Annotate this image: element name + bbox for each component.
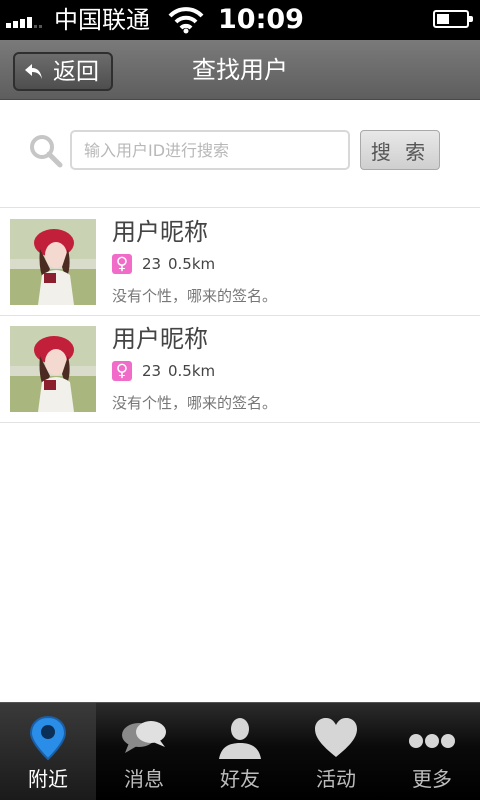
search-input[interactable] [70,130,350,170]
signal-strength-icon [6,14,42,28]
back-button-label: 返回 [53,58,99,85]
tab-label: 更多 [412,767,452,791]
tab-label: 附近 [28,767,68,791]
user-age: 23 [142,255,162,273]
back-arrow-icon [25,63,42,79]
female-gender-icon: ♀ [112,361,132,381]
wifi-icon [168,7,204,34]
avatar [10,326,96,412]
tab-more[interactable]: 更多 [384,703,480,800]
chat-bubbles-icon [122,721,166,753]
location-pin-icon [29,715,67,761]
user-nickname: 用户昵称 [112,325,208,353]
user-distance: 0.5km [168,255,216,273]
user-distance: 0.5km [168,362,216,380]
back-button[interactable]: 返回 [13,52,113,91]
status-bar: 中国联通 10:09 [0,0,480,40]
user-signature: 没有个性，哪来的签名。 [112,287,278,305]
more-dots-icon [409,734,455,748]
tab-bar: 附近 消息 好友 活动 更多 [0,702,480,800]
tab-label: 消息 [124,767,164,791]
tab-messages[interactable]: 消息 [96,703,192,800]
tab-label: 好友 [220,767,260,791]
avatar [10,219,96,305]
carrier-name: 中国联通 [54,6,150,34]
heart-icon [315,718,357,757]
list-item[interactable]: 用户昵称 ♀ 23 0.5km 没有个性，哪来的签名。 [0,209,480,316]
user-result-list: 用户昵称 ♀ 23 0.5km 没有个性，哪来的签名。 用户昵称 ♀ 23 0.… [0,209,480,423]
user-signature: 没有个性，哪来的签名。 [112,394,278,412]
status-time: 10:09 [218,4,304,35]
tab-nearby[interactable]: 附近 [0,703,96,800]
battery-icon [433,10,473,28]
search-area: 搜 索 [0,100,480,208]
user-nickname: 用户昵称 [112,218,208,246]
tab-activities[interactable]: 活动 [288,703,384,800]
user-age: 23 [142,362,162,380]
search-icon [30,135,63,168]
tab-label: 活动 [316,767,356,791]
list-item[interactable]: 用户昵称 ♀ 23 0.5km 没有个性，哪来的签名。 [0,316,480,423]
navigation-bar: 返回 查找用户 [0,40,480,100]
female-gender-icon: ♀ [112,254,132,274]
tab-friends[interactable]: 好友 [192,703,288,800]
person-icon [219,718,261,759]
search-button[interactable]: 搜 索 [360,130,440,170]
